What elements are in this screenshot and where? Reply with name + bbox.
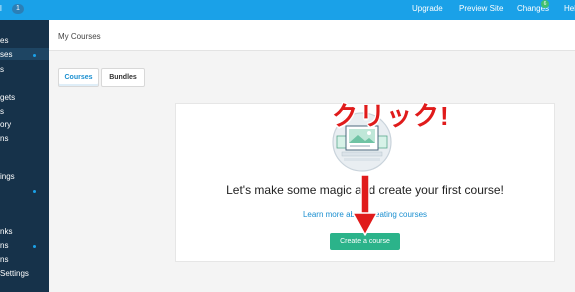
tab-courses[interactable]: Courses bbox=[58, 68, 99, 87]
sidebar-item-settings-2[interactable]: Settings bbox=[0, 269, 29, 278]
changes-count-badge: 6 bbox=[541, 0, 549, 8]
sidebar-item-library[interactable]: ory bbox=[0, 120, 11, 129]
sidebar-item[interactable]: ns bbox=[0, 134, 8, 143]
sidebar-dot-icon bbox=[33, 245, 36, 248]
sidebar-item-courses[interactable]: ses bbox=[0, 50, 12, 59]
page-header: My Courses bbox=[49, 20, 575, 51]
tab-bundles[interactable]: Bundles bbox=[101, 68, 145, 87]
top-bar: l 1 Upgrade Preview Site Changes 6 Hel bbox=[0, 0, 575, 20]
arrow-down-icon bbox=[352, 174, 378, 236]
page-title: My Courses bbox=[58, 32, 101, 41]
click-annotation: クリック! bbox=[332, 101, 450, 131]
sidebar-item-settings[interactable]: ings bbox=[0, 172, 15, 181]
sidebar-item-widgets[interactable]: gets bbox=[0, 93, 15, 102]
sidebar-dot-icon bbox=[33, 54, 36, 57]
sidebar-dot-icon bbox=[33, 190, 36, 193]
sidebar-item[interactable]: ns bbox=[0, 255, 8, 264]
preview-site-link[interactable]: Preview Site bbox=[459, 4, 503, 13]
notification-badge[interactable]: 1 bbox=[12, 4, 24, 14]
sidebar-item-links[interactable]: nks bbox=[0, 227, 12, 236]
sidebar: es ses s gets s ory ns ings nks ns ns Se… bbox=[0, 20, 49, 292]
upgrade-link[interactable]: Upgrade bbox=[412, 4, 443, 13]
brand-name[interactable]: l bbox=[0, 4, 2, 13]
help-link[interactable]: Hel bbox=[564, 4, 575, 13]
sidebar-item[interactable]: es bbox=[0, 36, 8, 45]
sidebar-item[interactable]: ns bbox=[0, 241, 8, 250]
sidebar-item[interactable]: s bbox=[0, 107, 4, 116]
sidebar-item[interactable]: s bbox=[0, 65, 4, 74]
